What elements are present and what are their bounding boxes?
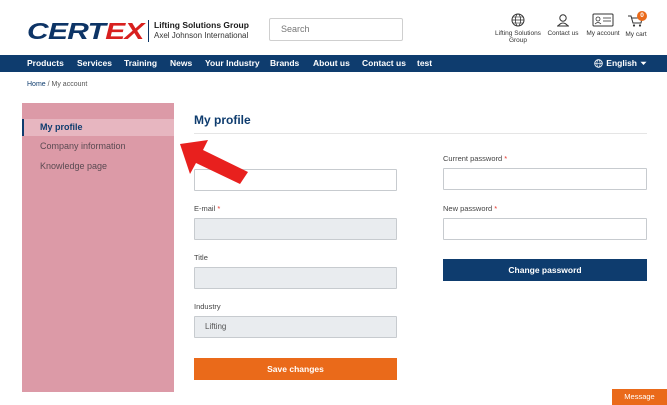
arrow-annotation-icon xyxy=(180,140,248,184)
current-password-field[interactable] xyxy=(443,168,647,190)
globe-icon xyxy=(511,13,525,27)
search-input[interactable]: Search xyxy=(269,18,403,41)
industry-select[interactable]: Lifting xyxy=(194,316,397,338)
email-label: E-mail * xyxy=(194,204,221,213)
email-field[interactable] xyxy=(194,218,397,240)
new-password-field[interactable] xyxy=(443,218,647,240)
breadcrumb-home[interactable]: Home xyxy=(27,81,46,88)
sidebar-item-company-information[interactable]: Company information xyxy=(22,138,174,155)
title-divider xyxy=(194,133,647,134)
cart-badge: 0 xyxy=(637,11,647,21)
language-label: English xyxy=(606,58,637,68)
language-selector[interactable]: English xyxy=(594,55,647,72)
nav-your-industry[interactable]: Your Industry xyxy=(205,55,260,72)
nav-about-us[interactable]: About us xyxy=(313,55,350,72)
logo-tagline: Lifting Solutions Group Axel Johnson Int… xyxy=(154,20,264,41)
change-password-button[interactable]: Change password xyxy=(443,259,647,281)
cart-label: My cart xyxy=(625,31,647,38)
nav-services[interactable]: Services xyxy=(77,55,112,72)
main-nav: Products Services Training News Your Ind… xyxy=(0,55,667,72)
breadcrumb: Home / My account xyxy=(27,81,87,88)
logo-line-1: Lifting Solutions Group xyxy=(154,20,249,30)
account-icon xyxy=(592,13,614,27)
page-title: My profile xyxy=(194,113,251,127)
message-button[interactable]: Message xyxy=(612,389,667,405)
nav-products[interactable]: Products xyxy=(27,55,64,72)
certex-logo[interactable]: CERTEX Lifting Solutions Group Axel John… xyxy=(27,20,249,43)
header-lifting-solutions-link[interactable]: Lifting Solutions Group xyxy=(495,13,541,44)
contact-icon xyxy=(557,14,569,27)
title-label: Title xyxy=(194,253,208,262)
header-contact-link[interactable]: Contact us xyxy=(546,13,580,37)
nav-test[interactable]: test xyxy=(417,55,432,72)
new-password-label: New password * xyxy=(443,204,498,213)
save-changes-button[interactable]: Save changes xyxy=(194,358,397,380)
contact-label: Contact us xyxy=(547,30,579,37)
globe-icon xyxy=(594,59,604,68)
current-password-label: Current password * xyxy=(443,154,508,163)
nav-news[interactable]: News xyxy=(170,55,192,72)
sidebar-item-knowledge-page[interactable]: Knowledge page xyxy=(22,158,174,175)
title-field[interactable] xyxy=(194,267,397,289)
lifting-solutions-label: Lifting Solutions Group xyxy=(495,30,541,44)
account-label: My account xyxy=(586,30,620,37)
site-header: CERTEX Lifting Solutions Group Axel John… xyxy=(0,0,667,55)
breadcrumb-current: My account xyxy=(51,81,88,88)
logo-line-2: Axel Johnson International xyxy=(154,31,249,40)
header-account-link[interactable]: My account xyxy=(585,13,621,37)
nav-contact-us[interactable]: Contact us xyxy=(362,55,406,72)
sidebar-item-my-profile[interactable]: My profile xyxy=(22,119,174,136)
logo-divider xyxy=(148,20,149,42)
header-cart-link[interactable]: My cart 0 xyxy=(624,11,648,38)
chevron-down-icon xyxy=(640,61,647,65)
account-sidebar: My profile Company information Knowledge… xyxy=(22,103,174,392)
nav-training[interactable]: Training xyxy=(124,55,157,72)
logo-wordmark: CERTEX xyxy=(27,18,145,44)
nav-brands[interactable]: Brands xyxy=(270,55,299,72)
industry-label: Industry xyxy=(194,302,221,311)
